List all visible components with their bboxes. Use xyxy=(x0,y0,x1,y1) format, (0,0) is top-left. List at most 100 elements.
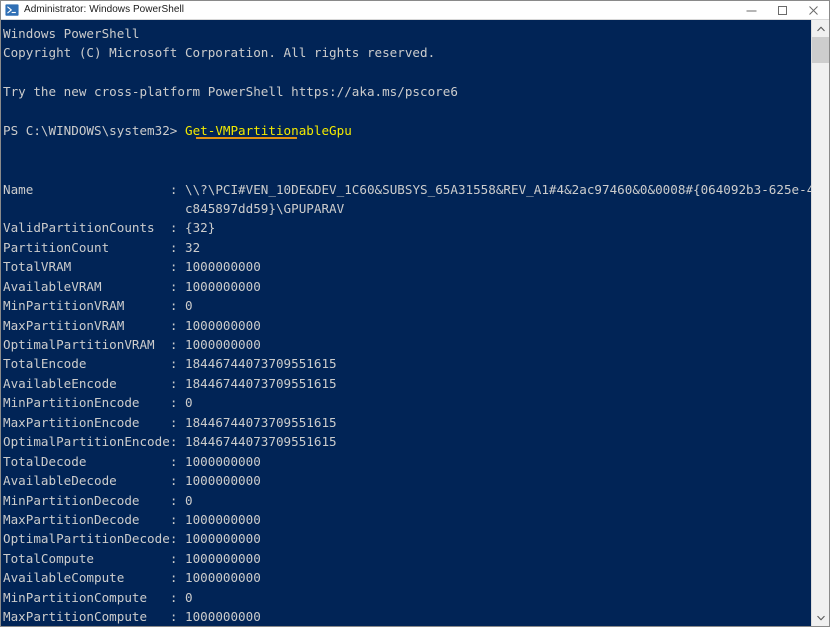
property-value: 1000000000 xyxy=(184,453,261,469)
maximize-button[interactable] xyxy=(767,1,798,19)
property-separator: : xyxy=(169,570,185,586)
property-row: MaxPartitionVRAM : 1000000000 xyxy=(3,316,811,335)
property-name: AvailableDecode xyxy=(3,473,170,489)
property-separator: : xyxy=(169,278,185,294)
minimize-button[interactable] xyxy=(736,1,767,19)
property-name: MaxPartitionDecode xyxy=(3,511,170,527)
vertical-scrollbar[interactable] xyxy=(811,20,829,626)
property-separator: : xyxy=(169,220,185,236)
banner-line: Copyright (C) Microsoft Corporation. All… xyxy=(3,45,436,61)
property-value: 0 xyxy=(184,492,193,508)
property-row: MinPartitionEncode : 0 xyxy=(3,393,811,412)
property-separator: : xyxy=(169,609,185,625)
console-area: Windows PowerShell Copyright (C) Microso… xyxy=(1,20,829,626)
property-separator: : xyxy=(169,181,185,197)
property-separator: : xyxy=(169,337,185,352)
property-value: 1000000000 xyxy=(184,337,261,352)
command-line[interactable]: PS C:\WINDOWS\system32> Get-VMPartitiona… xyxy=(3,121,811,140)
property-name: MaxPartitionCompute xyxy=(3,609,170,625)
property-value: 1000000000 xyxy=(184,609,261,625)
banner-line: Try the new cross-platform PowerShell ht… xyxy=(3,84,458,100)
property-value: 0 xyxy=(184,589,193,605)
property-name: PartitionCount xyxy=(3,239,170,255)
property-separator: : xyxy=(169,259,185,275)
powershell-console-icon xyxy=(5,4,19,16)
scroll-up-button[interactable] xyxy=(812,20,829,37)
chevron-down-icon xyxy=(816,615,825,620)
prompt-text: PS C:\WINDOWS\system32> xyxy=(3,123,185,139)
close-icon xyxy=(809,5,818,15)
property-row: TotalDecode : 1000000000 xyxy=(3,452,811,471)
property-separator: : xyxy=(169,589,185,605)
property-value: 1000000000 xyxy=(184,259,261,275)
property-row: MaxPartitionEncode : 1844674407370955161… xyxy=(3,413,811,432)
property-name: MinPartitionDecode xyxy=(3,492,170,508)
property-name: AvailableEncode xyxy=(3,375,170,391)
console-lines: Windows PowerShell Copyright (C) Microso… xyxy=(3,24,811,626)
property-row: OptimalPartitionVRAM : 1000000000 xyxy=(3,335,811,354)
property-row: TotalEncode : 18446744073709551615 xyxy=(3,354,811,373)
property-name: AvailableCompute xyxy=(3,570,170,586)
property-value: {32} xyxy=(184,220,216,236)
command-underline xyxy=(196,137,297,140)
property-separator: : xyxy=(169,453,185,469)
property-list: Name : \\?\PCI#VEN_10DE&DEV_1C60&SUBSYS_… xyxy=(3,180,811,627)
property-separator: : xyxy=(169,317,185,333)
property-separator: : xyxy=(169,492,185,508)
property-name: MinPartitionVRAM xyxy=(3,298,170,314)
entered-command: Get-VMPartitionableGpu xyxy=(184,123,352,139)
console-output[interactable]: Windows PowerShell Copyright (C) Microso… xyxy=(1,20,811,626)
property-name: Name xyxy=(3,181,170,197)
property-value: 18446744073709551615 xyxy=(184,375,337,391)
maximize-icon xyxy=(778,5,787,15)
property-value: 1000000000 xyxy=(184,317,261,333)
property-row: MinPartitionVRAM : 0 xyxy=(3,296,811,315)
property-name: OptimalPartitionVRAM xyxy=(3,337,170,352)
property-row: Name : \\?\PCI#VEN_10DE&DEV_1C60&SUBSYS_… xyxy=(3,180,811,199)
close-button[interactable] xyxy=(798,1,829,19)
property-row: MaxPartitionDecode : 1000000000 xyxy=(3,510,811,529)
property-name: MinPartitionCompute xyxy=(3,589,170,605)
property-name: MinPartitionEncode xyxy=(3,395,170,411)
banner-line xyxy=(3,63,811,82)
property-row: TotalVRAM : 1000000000 xyxy=(3,257,811,276)
property-name: TotalVRAM xyxy=(3,259,170,275)
property-value: 18446744073709551615 xyxy=(184,356,337,372)
property-row: AvailableCompute : 1000000000 xyxy=(3,568,811,587)
property-row: MinPartitionDecode : 0 xyxy=(3,491,811,510)
scrollbar-thumb[interactable] xyxy=(812,37,829,63)
banner-line: Windows PowerShell xyxy=(3,26,140,41)
property-value: 1000000000 xyxy=(184,473,261,489)
property-value: 18446744073709551615 xyxy=(184,434,337,450)
property-name: AvailableVRAM xyxy=(3,278,170,294)
property-row: ValidPartitionCounts : {32} xyxy=(3,218,811,237)
scrollbar-track[interactable] xyxy=(812,37,829,609)
property-name: TotalDecode xyxy=(3,453,170,469)
property-row: MaxPartitionCompute : 1000000000 xyxy=(3,607,811,626)
property-name: MaxPartitionEncode xyxy=(3,414,170,430)
property-value: \\?\PCI#VEN_10DE&DEV_1C60&SUBSYS_65A3155… xyxy=(184,181,811,197)
property-row: AvailableEncode : 18446744073709551615 xyxy=(3,374,811,393)
property-value: 1000000000 xyxy=(184,570,261,586)
powershell-window: Administrator: Windows PowerShell Window… xyxy=(0,0,830,627)
property-value: 1000000000 xyxy=(184,531,261,547)
property-row: AvailableDecode : 1000000000 xyxy=(3,471,811,490)
property-name: ValidPartitionCounts xyxy=(3,220,170,236)
property-value-continuation: c845897dd59}\GPUPARAV xyxy=(3,200,345,216)
property-value: 1000000000 xyxy=(184,550,261,566)
property-row: OptimalPartitionEncode: 1844674407370955… xyxy=(3,432,811,451)
property-value: 0 xyxy=(184,395,193,411)
property-name: TotalCompute xyxy=(3,550,170,566)
property-separator: : xyxy=(169,298,185,314)
scroll-down-button[interactable] xyxy=(812,609,829,626)
property-separator: : xyxy=(169,356,185,372)
property-name: TotalEncode xyxy=(3,356,170,372)
title-bar[interactable]: Administrator: Windows PowerShell xyxy=(1,1,829,20)
property-separator: : xyxy=(169,531,185,547)
property-separator: : xyxy=(169,550,185,566)
property-row: AvailableVRAM : 1000000000 xyxy=(3,277,811,296)
property-separator: : xyxy=(169,434,185,450)
chevron-up-icon xyxy=(816,26,825,31)
